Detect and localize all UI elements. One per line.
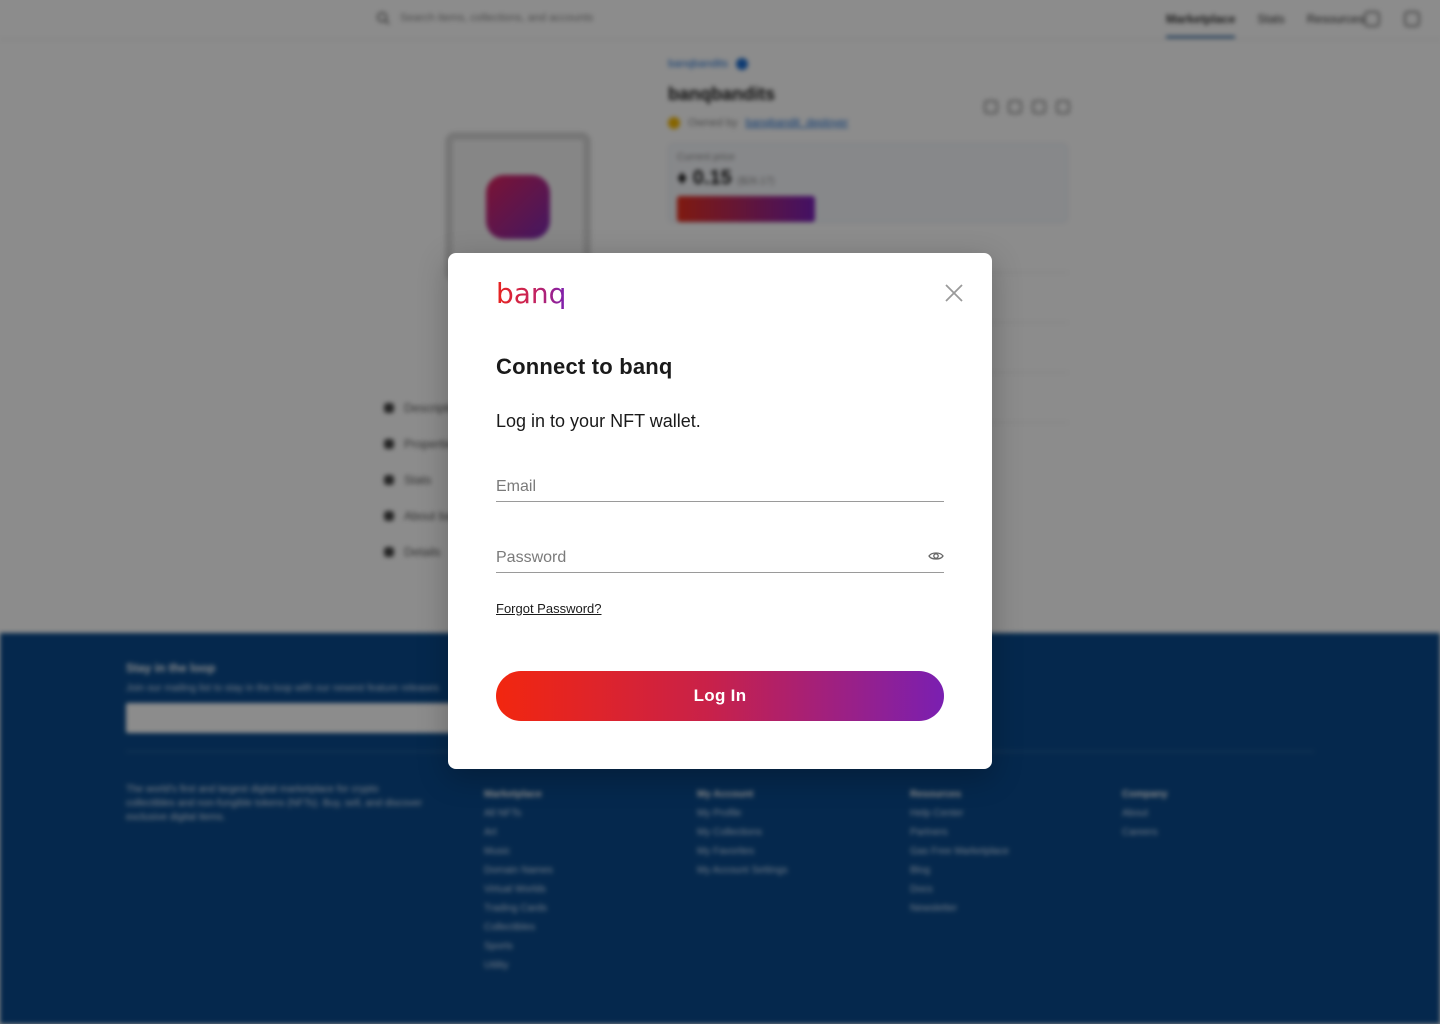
banq-logo: banq — [496, 275, 574, 320]
logo-text: banq — [496, 277, 566, 310]
modal-title: Connect to banq — [496, 354, 673, 379]
login-modal: banq Connect to banq Log in to your NFT … — [448, 253, 992, 769]
email-field — [496, 462, 944, 502]
password-field — [496, 533, 944, 573]
email-input[interactable] — [496, 478, 916, 496]
close-icon[interactable] — [942, 281, 966, 305]
password-input[interactable] — [496, 549, 916, 567]
login-button[interactable]: Log In — [496, 671, 944, 721]
modal-subtitle: Log in to your NFT wallet. — [496, 411, 701, 431]
show-password-eye-icon[interactable] — [928, 548, 944, 564]
forgot-password-link[interactable]: Forgot Password? — [496, 601, 602, 616]
